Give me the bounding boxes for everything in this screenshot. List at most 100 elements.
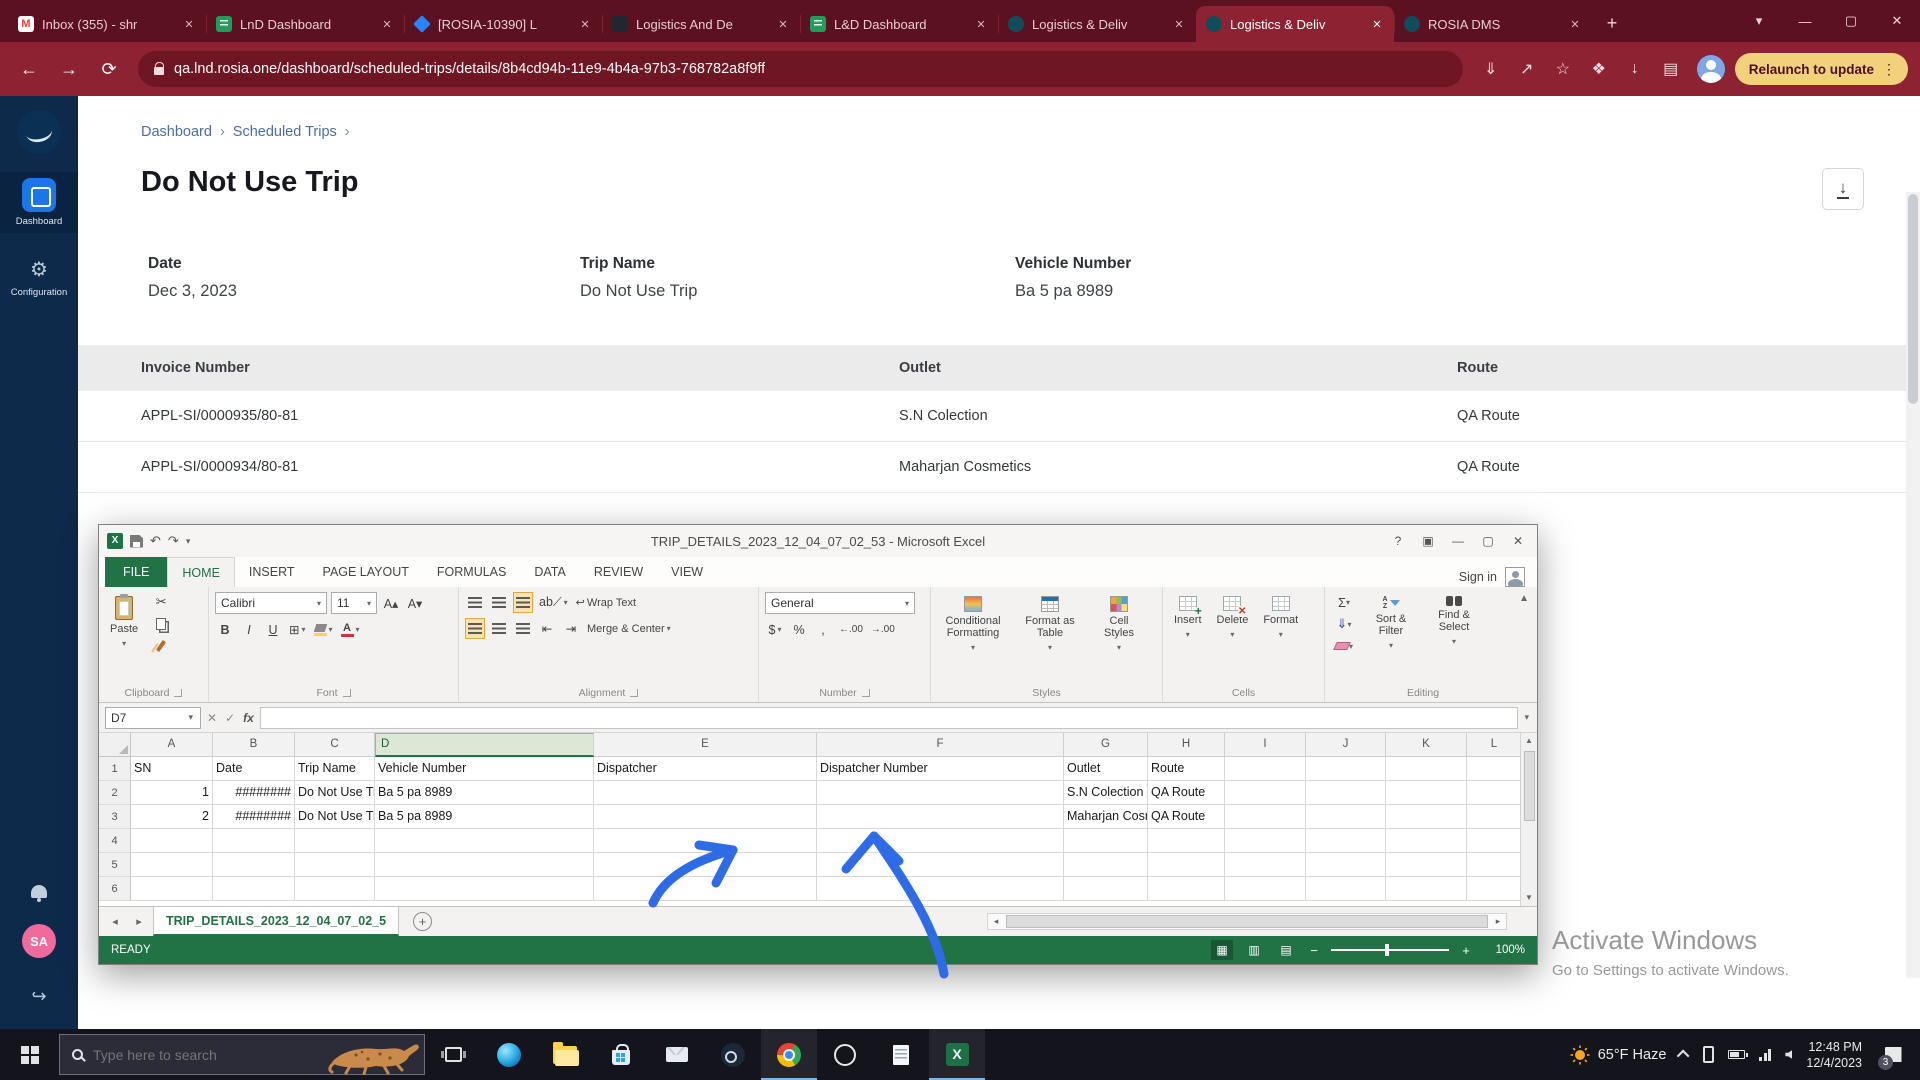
zoom-slider-thumb[interactable]	[1385, 944, 1389, 956]
forward-icon[interactable]: →	[52, 52, 86, 86]
column-header-A[interactable]: A	[131, 733, 213, 757]
action-center-button[interactable]: 3	[1876, 1029, 1910, 1080]
search-input[interactable]	[93, 1047, 316, 1063]
cell-E2[interactable]	[594, 781, 817, 805]
wrap-text-button[interactable]: ↩Wrap Text	[574, 592, 638, 613]
user-avatar[interactable]: SA	[22, 924, 56, 958]
cell-B2[interactable]: ########	[213, 781, 295, 805]
delete-cells-button[interactable]: Delete ▾	[1212, 592, 1254, 643]
tab-close-icon[interactable]: ✕	[180, 15, 198, 33]
cell-G4[interactable]	[1064, 829, 1148, 853]
cell-B4[interactable]	[213, 829, 295, 853]
increase-indent-button[interactable]: ⇥	[561, 618, 581, 639]
cell-I3[interactable]	[1225, 805, 1306, 829]
conditional-formatting-button[interactable]: Conditional Formatting ▾	[937, 592, 1009, 656]
cell-L4[interactable]	[1467, 829, 1520, 853]
cell-C2[interactable]: Do Not Use Trip	[295, 781, 375, 805]
tab-close-icon[interactable]: ✕	[576, 15, 594, 33]
browser-menu-chevron-icon[interactable]: ▾	[1736, 0, 1782, 42]
excel-help-icon[interactable]: ?	[1383, 528, 1413, 554]
cell-A1[interactable]: SN	[131, 757, 213, 781]
decrease-decimal-button[interactable]: →.00	[869, 619, 897, 640]
relaunch-to-update-button[interactable]: Relaunch to update ⋮	[1735, 53, 1908, 85]
cell-J5[interactable]	[1306, 853, 1386, 877]
cell-B3[interactable]: ########	[213, 805, 295, 829]
downloads-icon[interactable]: ↓	[1619, 53, 1651, 85]
dialog-launcher-icon[interactable]	[862, 689, 870, 697]
merge-center-button[interactable]: Merge & Center▾	[585, 618, 673, 639]
cell-F5[interactable]	[817, 853, 1064, 877]
notifications-bell-icon[interactable]	[31, 885, 47, 898]
italic-button[interactable]: I	[239, 619, 259, 640]
dialog-launcher-icon[interactable]	[174, 689, 182, 697]
cell-D4[interactable]	[375, 829, 594, 853]
task-view-button[interactable]	[425, 1029, 481, 1080]
lock-icon[interactable]	[154, 67, 164, 75]
taskbar-edge-button[interactable]	[481, 1029, 537, 1080]
page-break-view-icon[interactable]: ▤	[1275, 940, 1297, 960]
align-bottom-button[interactable]	[513, 592, 533, 613]
cell-I6[interactable]	[1225, 877, 1306, 901]
taskbar-chrome-button[interactable]	[761, 1029, 817, 1080]
horizontal-scroll-thumb[interactable]	[1006, 915, 1488, 928]
start-button[interactable]	[0, 1029, 59, 1080]
cell-L2[interactable]	[1467, 781, 1520, 805]
zoom-out-icon[interactable]: −	[1307, 943, 1321, 958]
paste-button[interactable]: Paste ▾	[105, 592, 143, 652]
column-header-C[interactable]: C	[295, 733, 375, 757]
cell-J2[interactable]	[1306, 781, 1386, 805]
cell-B1[interactable]: Date	[213, 757, 295, 781]
invoice-row[interactable]: APPL-SI/0000934/80-81Maharjan CosmeticsQ…	[78, 442, 1920, 493]
comma-style-button[interactable]: ,	[813, 619, 833, 640]
font-size-select[interactable]: 11▾	[331, 592, 377, 614]
excel-minimize-icon[interactable]: —	[1443, 528, 1473, 554]
cell-F6[interactable]	[817, 877, 1064, 901]
find-select-button[interactable]: Find & Select ▾	[1425, 592, 1483, 650]
cell-C4[interactable]	[295, 829, 375, 853]
volume-icon[interactable]	[1785, 1050, 1792, 1059]
cell-H3[interactable]: QA Route	[1148, 805, 1225, 829]
sign-in[interactable]: Sign in	[1459, 567, 1537, 587]
ribbon-tab-review[interactable]: REVIEW	[580, 557, 657, 587]
cell-G1[interactable]: Outlet	[1064, 757, 1148, 781]
sheet-nav-left-icon[interactable]: ◂	[103, 910, 127, 934]
tab-close-icon[interactable]: ✕	[972, 15, 990, 33]
browser-tab[interactable]: [ROSIA-10390] L✕	[404, 6, 602, 42]
font-color-button[interactable]: A▾	[339, 619, 362, 640]
cell-D3[interactable]: Ba 5 pa 8989	[375, 805, 594, 829]
cell-L5[interactable]	[1467, 853, 1520, 877]
select-all-corner[interactable]	[99, 733, 131, 757]
breadcrumb-scheduled-trips[interactable]: Scheduled Trips	[233, 124, 337, 140]
cell-E4[interactable]	[594, 829, 817, 853]
cell-E6[interactable]	[594, 877, 817, 901]
formula-input[interactable]	[260, 707, 1519, 729]
cell-A6[interactable]	[131, 877, 213, 901]
back-icon[interactable]: ←	[12, 52, 46, 86]
taskbar-origin-button[interactable]	[817, 1029, 873, 1080]
extensions-icon[interactable]: ❖	[1583, 53, 1615, 85]
cell-G3[interactable]: Maharjan Cosmetics	[1064, 805, 1148, 829]
cell-B6[interactable]	[213, 877, 295, 901]
cell-J3[interactable]	[1306, 805, 1386, 829]
column-header-H[interactable]: H	[1148, 733, 1225, 757]
vertical-scroll-thumb[interactable]	[1524, 751, 1535, 821]
align-left-button[interactable]	[465, 618, 485, 639]
cell-J1[interactable]	[1306, 757, 1386, 781]
weather-widget[interactable]: 65°F Haze	[1570, 1045, 1667, 1065]
tab-close-icon[interactable]: ✕	[1368, 15, 1386, 33]
copy-button[interactable]	[148, 614, 174, 634]
cell-K4[interactable]	[1386, 829, 1467, 853]
cell-E5[interactable]	[594, 853, 817, 877]
tab-close-icon[interactable]: ✕	[774, 15, 792, 33]
save-icon[interactable]	[130, 535, 143, 548]
insert-cells-button[interactable]: Insert ▾	[1169, 592, 1207, 643]
sidebar-item-configuration[interactable]: ⚙ Configuration	[0, 251, 78, 304]
excel-title-bar[interactable]: ↶ ↷ ▾ TRIP_DETAILS_2023_12_04_07_02_53 -…	[99, 525, 1537, 557]
cell-C1[interactable]: Trip Name	[295, 757, 375, 781]
cell-L3[interactable]	[1467, 805, 1520, 829]
confirm-entry-icon[interactable]: ✓	[225, 711, 235, 725]
column-header-J[interactable]: J	[1306, 733, 1386, 757]
excel-maximize-icon[interactable]: ▢	[1473, 528, 1503, 554]
profile-avatar[interactable]	[1697, 55, 1725, 83]
browser-tab[interactable]: L&D Dashboard✕	[800, 6, 998, 42]
